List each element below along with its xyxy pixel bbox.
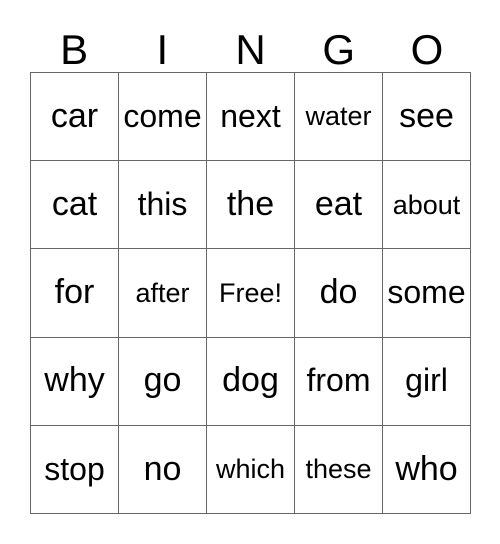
bingo-cell[interactable]: come <box>119 73 207 162</box>
bingo-cell-label: no <box>143 449 182 488</box>
bingo-cell[interactable]: next <box>207 73 295 162</box>
bingo-cell[interactable]: car <box>31 73 119 162</box>
bingo-cell[interactable]: no <box>119 425 207 514</box>
bingo-cell-label: some <box>387 274 466 311</box>
bingo-cell[interactable]: from <box>295 337 383 426</box>
bingo-cell[interactable]: eat <box>295 161 383 250</box>
bingo-card: B I N G O car come next water see cat th… <box>0 0 500 544</box>
bingo-cell-label: about <box>392 189 461 220</box>
bingo-cell[interactable]: do <box>295 249 383 338</box>
bingo-cell-label: girl <box>405 362 448 399</box>
bingo-header-row: B I N G O <box>30 18 471 72</box>
bingo-cell-label: this <box>137 185 188 222</box>
bingo-free-space-label: Free! <box>218 277 283 308</box>
bingo-cell[interactable]: water <box>295 73 383 162</box>
bingo-cell[interactable]: about <box>383 161 471 250</box>
bingo-header-letter-o: O <box>410 26 444 73</box>
bingo-cell[interactable]: some <box>383 249 471 338</box>
bingo-cell-label: car <box>50 96 99 135</box>
bingo-header-letter-b: B <box>60 26 89 73</box>
bingo-cell[interactable]: stop <box>31 425 119 514</box>
bingo-cell-label: which <box>215 454 286 485</box>
bingo-cell-label: for <box>54 273 95 312</box>
bingo-cell-label: water <box>305 101 372 132</box>
bingo-cell[interactable]: for <box>31 249 119 338</box>
bingo-free-space-cell[interactable]: Free! <box>207 249 295 338</box>
bingo-cell[interactable]: go <box>119 337 207 426</box>
bingo-cell-label: stop <box>44 450 105 487</box>
bingo-cell[interactable]: why <box>31 337 119 426</box>
bingo-cell-label: do <box>319 273 358 312</box>
bingo-cell-label: why <box>44 361 105 400</box>
bingo-header-letter-i: I <box>156 26 169 73</box>
bingo-cell-label: cat <box>51 184 98 223</box>
bingo-header-letter-g: G <box>322 26 356 73</box>
bingo-cell-label: from <box>306 362 371 399</box>
bingo-cell[interactable]: after <box>119 249 207 338</box>
bingo-cell[interactable]: this <box>119 161 207 250</box>
bingo-cell-label: the <box>226 184 275 223</box>
bingo-header-letter-n: N <box>235 26 266 73</box>
bingo-cell-label: go <box>143 361 182 400</box>
bingo-cell-label: next <box>220 97 281 134</box>
bingo-cell-label: see <box>399 96 454 135</box>
bingo-cell[interactable]: which <box>207 425 295 514</box>
bingo-cell[interactable]: the <box>207 161 295 250</box>
bingo-cell[interactable]: cat <box>31 161 119 250</box>
bingo-cell-label: who <box>395 449 458 488</box>
bingo-cell-label: dog <box>222 361 279 400</box>
bingo-cell-label: after <box>135 277 190 308</box>
bingo-cell[interactable]: dog <box>207 337 295 426</box>
bingo-cell[interactable]: who <box>383 425 471 514</box>
bingo-cell-label: come <box>123 97 202 134</box>
bingo-cell[interactable]: these <box>295 425 383 514</box>
bingo-cell[interactable]: see <box>383 73 471 162</box>
bingo-cell-label: these <box>305 454 372 485</box>
bingo-cell-label: eat <box>314 184 363 223</box>
bingo-grid: car come next water see cat this the eat… <box>30 72 471 514</box>
bingo-cell[interactable]: girl <box>383 337 471 426</box>
